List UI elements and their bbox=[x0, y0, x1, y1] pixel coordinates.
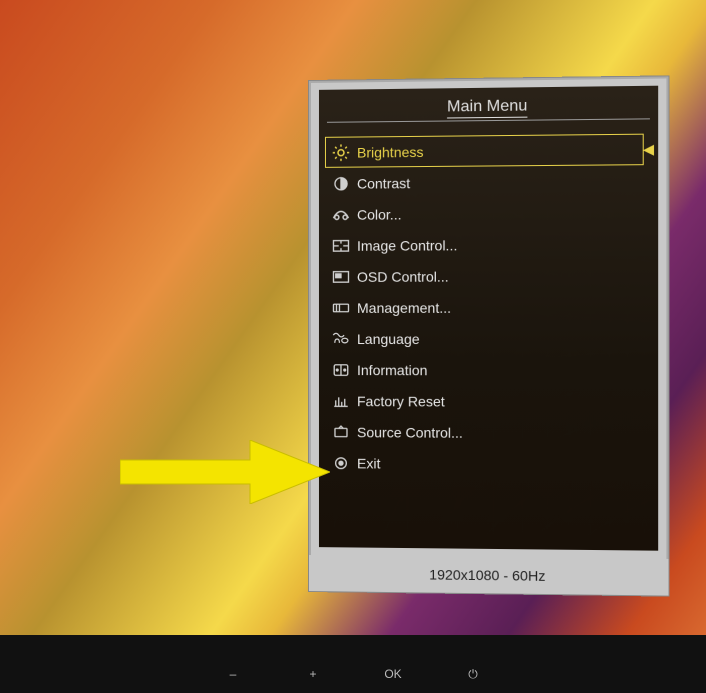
bezel-button-plus[interactable]: + bbox=[303, 667, 323, 687]
osd-panel: Main Menu Brightness ◀ Contrast bbox=[308, 75, 670, 596]
monitor-bezel: – + OK ⏻ bbox=[0, 635, 706, 693]
osd-control-icon bbox=[325, 269, 357, 283]
menu-item-language[interactable]: Language bbox=[325, 323, 644, 355]
menu-item-label: OSD Control... bbox=[357, 267, 644, 284]
menu-item-information[interactable]: Information bbox=[325, 354, 644, 386]
bezel-button-ok[interactable]: OK bbox=[383, 667, 403, 687]
menu-item-image-control[interactable]: Image Control... bbox=[325, 228, 644, 261]
menu-item-label: Management... bbox=[357, 299, 644, 316]
menu-item-contrast[interactable]: Contrast bbox=[325, 165, 644, 199]
bezel-button-minus[interactable]: – bbox=[223, 667, 243, 687]
menu-item-label: Source Control... bbox=[357, 424, 644, 442]
menu-item-label: Contrast bbox=[357, 173, 644, 191]
selection-arrow-icon: ◀ bbox=[643, 141, 654, 158]
exit-icon bbox=[325, 455, 357, 471]
osd-footer: 1920x1080 - 60Hz bbox=[309, 555, 669, 596]
language-icon bbox=[325, 331, 357, 345]
menu-item-management[interactable]: Management... bbox=[325, 291, 644, 323]
menu-item-label: Factory Reset bbox=[357, 393, 644, 410]
color-icon bbox=[325, 207, 357, 221]
menu-item-color[interactable]: Color... bbox=[325, 197, 644, 230]
osd-title: Main Menu bbox=[319, 86, 658, 122]
menu-item-label: Color... bbox=[357, 204, 644, 222]
menu-item-factory-reset[interactable]: Factory Reset bbox=[325, 385, 644, 417]
information-icon bbox=[325, 362, 357, 378]
menu-item-osd-control[interactable]: OSD Control... bbox=[325, 260, 644, 292]
bezel-buttons: – + OK ⏻ bbox=[0, 667, 706, 687]
osd-items: Brightness ◀ Contrast Color... bbox=[319, 134, 658, 481]
source-control-icon bbox=[325, 424, 357, 440]
menu-item-source-control[interactable]: Source Control... bbox=[325, 416, 644, 449]
brightness-icon bbox=[325, 143, 357, 161]
bezel-button-power[interactable]: ⏻ bbox=[463, 667, 483, 687]
image-control-icon bbox=[325, 238, 357, 252]
menu-item-label: Information bbox=[357, 362, 644, 379]
annotation-arrow-icon bbox=[120, 440, 330, 504]
menu-item-exit[interactable]: Exit bbox=[325, 447, 644, 480]
menu-item-brightness[interactable]: Brightness ◀ bbox=[325, 134, 644, 168]
menu-item-label: Language bbox=[357, 330, 644, 346]
contrast-icon bbox=[325, 175, 357, 191]
factory-reset-icon bbox=[325, 393, 357, 409]
osd-inner: Main Menu Brightness ◀ Contrast bbox=[319, 86, 658, 551]
menu-item-label: Image Control... bbox=[357, 236, 644, 253]
menu-item-label: Brightness bbox=[357, 141, 644, 160]
desktop-background: Main Menu Brightness ◀ Contrast bbox=[0, 0, 706, 693]
menu-item-label: Exit bbox=[357, 455, 644, 473]
management-icon bbox=[325, 300, 357, 314]
